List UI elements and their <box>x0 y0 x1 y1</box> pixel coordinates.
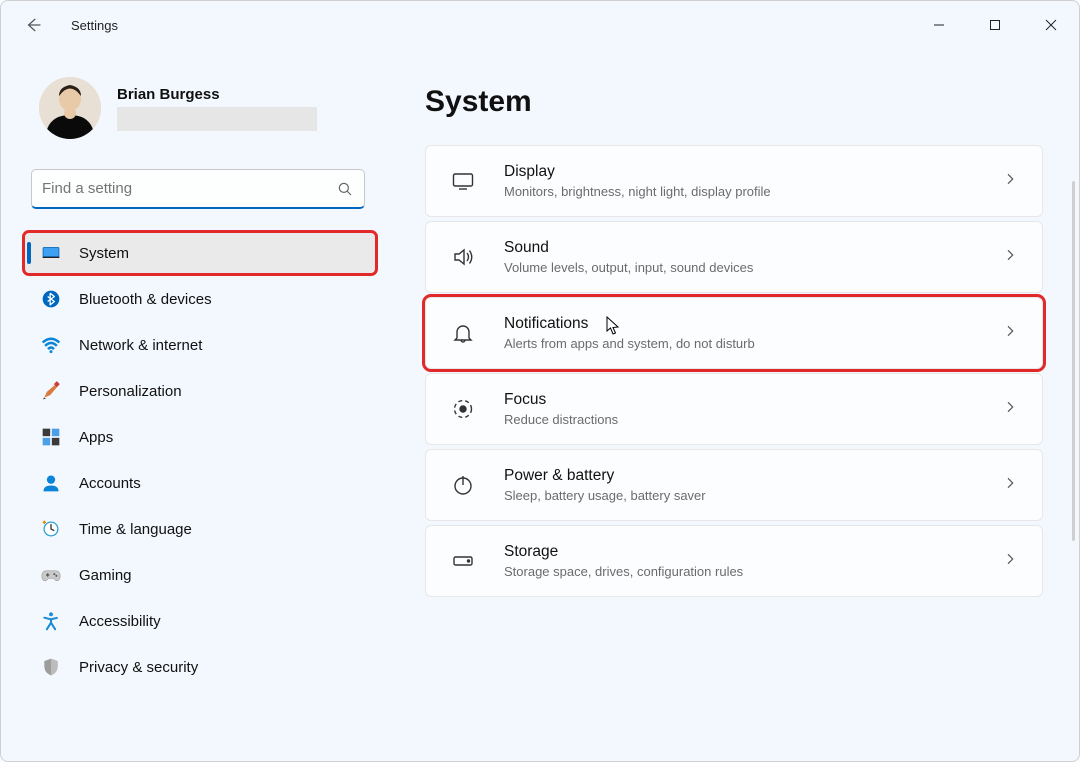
storage-icon <box>450 548 476 574</box>
system-icon <box>41 243 61 263</box>
scrollbar[interactable] <box>1072 181 1075 541</box>
power-icon <box>450 472 476 498</box>
card-title: Focus <box>504 390 1002 411</box>
accounts-icon <box>41 473 61 493</box>
card-display[interactable]: DisplayMonitors, brightness, night light… <box>425 145 1043 217</box>
card-title: Sound <box>504 238 1002 259</box>
sidebar-item-label: Accessibility <box>79 613 161 630</box>
sidebar-item-label: System <box>79 245 129 262</box>
card-body: NotificationsAlerts from apps and system… <box>504 314 1002 352</box>
sidebar-item-network[interactable]: Network & internet <box>25 325 375 365</box>
chevron-right-icon <box>1002 247 1018 268</box>
user-name: Brian Burgess <box>117 86 317 103</box>
card-title: Notifications <box>504 314 1002 335</box>
bluetooth-icon <box>41 289 61 309</box>
settings-window: Settings <box>0 0 1080 762</box>
chevron-right-icon <box>1002 475 1018 496</box>
card-power[interactable]: Power & batterySleep, battery usage, bat… <box>425 449 1043 521</box>
sidebar-item-label: Personalization <box>79 383 182 400</box>
search-input-container[interactable] <box>31 169 365 209</box>
sidebar-item-system[interactable]: System <box>25 233 375 273</box>
minimize-icon <box>933 19 945 31</box>
sidebar-item-time[interactable]: Time & language <box>25 509 375 549</box>
card-subtitle: Alerts from apps and system, do not dist… <box>504 335 1002 353</box>
nav-list: System Bluetooth & devices Network & inter… <box>25 233 375 687</box>
card-title: Power & battery <box>504 466 1002 487</box>
card-subtitle: Sleep, battery usage, battery saver <box>504 487 1002 505</box>
display-icon <box>450 168 476 194</box>
sidebar-item-bluetooth[interactable]: Bluetooth & devices <box>25 279 375 319</box>
card-body: Power & batterySleep, battery usage, bat… <box>504 466 1002 504</box>
card-body: FocusReduce distractions <box>504 390 1002 428</box>
card-subtitle: Monitors, brightness, night light, displ… <box>504 183 1002 201</box>
sidebar-item-accounts[interactable]: Accounts <box>25 463 375 503</box>
avatar-image <box>39 77 101 139</box>
card-subtitle: Reduce distractions <box>504 411 1002 429</box>
sidebar-item-label: Network & internet <box>79 337 202 354</box>
titlebar: Settings <box>1 1 1079 49</box>
sidebar-item-label: Accounts <box>79 475 141 492</box>
maximize-icon <box>989 19 1001 31</box>
sidebar-item-label: Gaming <box>79 567 132 584</box>
focus-icon <box>450 396 476 422</box>
sound-icon <box>450 244 476 270</box>
card-subtitle: Storage space, drives, configuration rul… <box>504 563 1002 581</box>
page-title: System <box>425 85 1043 119</box>
main-panel: System DisplayMonitors, brightness, nigh… <box>391 59 1079 761</box>
card-title: Storage <box>504 542 1002 563</box>
card-body: SoundVolume levels, output, input, sound… <box>504 238 1002 276</box>
card-focus[interactable]: FocusReduce distractions <box>425 373 1043 445</box>
card-body: StorageStorage space, drives, configurat… <box>504 542 1002 580</box>
search-icon <box>336 180 354 198</box>
search-input[interactable] <box>42 180 336 197</box>
window-controls <box>911 2 1079 48</box>
card-subtitle: Volume levels, output, input, sound devi… <box>504 259 1002 277</box>
app-title: Settings <box>71 18 118 33</box>
sidebar-item-label: Time & language <box>79 521 192 538</box>
sidebar-item-gaming[interactable]: Gaming <box>25 555 375 595</box>
user-header[interactable]: Brian Burgess <box>39 77 375 139</box>
personalization-icon <box>41 381 61 401</box>
chevron-right-icon <box>1002 323 1018 344</box>
back-button[interactable] <box>13 5 53 45</box>
close-button[interactable] <box>1023 2 1079 48</box>
chevron-right-icon <box>1002 399 1018 420</box>
card-storage[interactable]: StorageStorage space, drives, configurat… <box>425 525 1043 597</box>
time-icon <box>41 519 61 539</box>
sidebar: Brian Burgess System Bluetooth & devices N… <box>1 59 391 761</box>
card-sound[interactable]: SoundVolume levels, output, input, sound… <box>425 221 1043 293</box>
accessibility-icon <box>41 611 61 631</box>
sidebar-item-label: Bluetooth & devices <box>79 291 212 308</box>
sidebar-item-privacy[interactable]: Privacy & security <box>25 647 375 687</box>
card-title: Display <box>504 162 1002 183</box>
card-notifications[interactable]: NotificationsAlerts from apps and system… <box>425 297 1043 369</box>
chevron-right-icon <box>1002 171 1018 192</box>
sidebar-item-label: Privacy & security <box>79 659 198 676</box>
apps-icon <box>41 427 61 447</box>
close-icon <box>1045 19 1057 31</box>
sidebar-item-label: Apps <box>79 429 113 446</box>
back-arrow-icon <box>24 16 42 34</box>
card-body: DisplayMonitors, brightness, night light… <box>504 162 1002 200</box>
settings-card-list: DisplayMonitors, brightness, night light… <box>425 145 1043 597</box>
notifications-icon <box>450 320 476 346</box>
user-email-redacted <box>117 107 317 131</box>
gaming-icon <box>41 565 61 585</box>
network-icon <box>41 335 61 355</box>
minimize-button[interactable] <box>911 2 967 48</box>
maximize-button[interactable] <box>967 2 1023 48</box>
sidebar-item-personalization[interactable]: Personalization <box>25 371 375 411</box>
avatar <box>39 77 101 139</box>
sidebar-item-accessibility[interactable]: Accessibility <box>25 601 375 641</box>
chevron-right-icon <box>1002 551 1018 572</box>
sidebar-item-apps[interactable]: Apps <box>25 417 375 457</box>
privacy-icon <box>41 657 61 677</box>
